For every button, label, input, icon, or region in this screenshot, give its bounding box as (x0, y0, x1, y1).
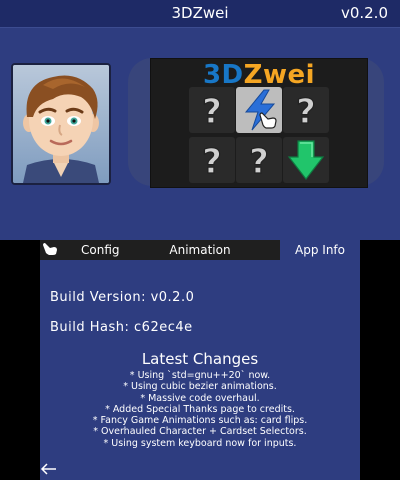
card-slot-2-selected[interactable] (236, 87, 282, 133)
changes-list: * Using `std=gnu++20` now. * Using cubic… (40, 370, 360, 449)
tab-app-info[interactable]: App Info (280, 240, 360, 260)
list-item: * Using cubic bezier animations. (123, 381, 277, 393)
svg-text:?: ? (249, 142, 269, 182)
pointer-hand-icon (259, 112, 277, 129)
question-mark-icon: ? (202, 91, 223, 132)
list-item: * Using system keyboard now for inputs. (103, 437, 297, 449)
card-slot-5[interactable]: ? (236, 137, 282, 183)
build-hash: Build Hash: c62ec4e (50, 320, 193, 335)
card-board: 3DZwei ? ? ? ? (150, 58, 368, 188)
card-slot-4[interactable]: ? (189, 137, 235, 183)
question-mark-icon: ? (249, 141, 270, 182)
svg-text:?: ? (296, 92, 316, 132)
card-slot-3[interactable]: ? (283, 87, 329, 133)
app-version: v0.2.0 (340, 4, 388, 22)
board-logo: 3DZwei (202, 60, 316, 90)
svg-text:?: ? (202, 142, 222, 182)
title-bar: 3DZwei v0.2.0 (0, 0, 400, 28)
tab-animation[interactable]: Animation (120, 240, 280, 260)
build-version: Build Version: v0.2.0 (50, 290, 195, 305)
tab-config[interactable]: Config (40, 240, 120, 260)
question-mark-icon: ? (202, 141, 223, 182)
list-item: * Using `std=gnu++20` now. (129, 370, 271, 381)
list-item: * Fancy Game Animations such as: card fl… (92, 415, 308, 427)
list-item: * Massive code overhaul. (140, 392, 260, 404)
character-portrait (11, 63, 111, 185)
arrow-down-icon (287, 140, 325, 180)
back-arrow-icon[interactable] (40, 462, 58, 476)
top-screen: 3DZwei v0.2.0 3DZwei ? ? ? ? (0, 0, 400, 240)
tab-config-label: Config (81, 243, 120, 257)
pointer-hand-icon (43, 243, 57, 255)
question-mark-icon: ? (296, 91, 317, 132)
changes-title: Latest Changes (141, 350, 259, 368)
list-item: * Added Special Thanks page to credits. (105, 403, 295, 415)
svg-text:?: ? (202, 92, 222, 132)
card-slot-6[interactable] (283, 137, 329, 183)
avatar (13, 65, 109, 183)
tab-app-info-label: App Info (295, 243, 345, 257)
bottom-screen: Config Animation App Info Build Version:… (40, 240, 360, 480)
tab-bar: Config Animation App Info (40, 240, 360, 260)
card-slot-1[interactable]: ? (189, 87, 235, 133)
list-item: * Overhauled Character + Cardset Selecto… (93, 426, 307, 438)
tab-animation-label: Animation (169, 243, 231, 257)
